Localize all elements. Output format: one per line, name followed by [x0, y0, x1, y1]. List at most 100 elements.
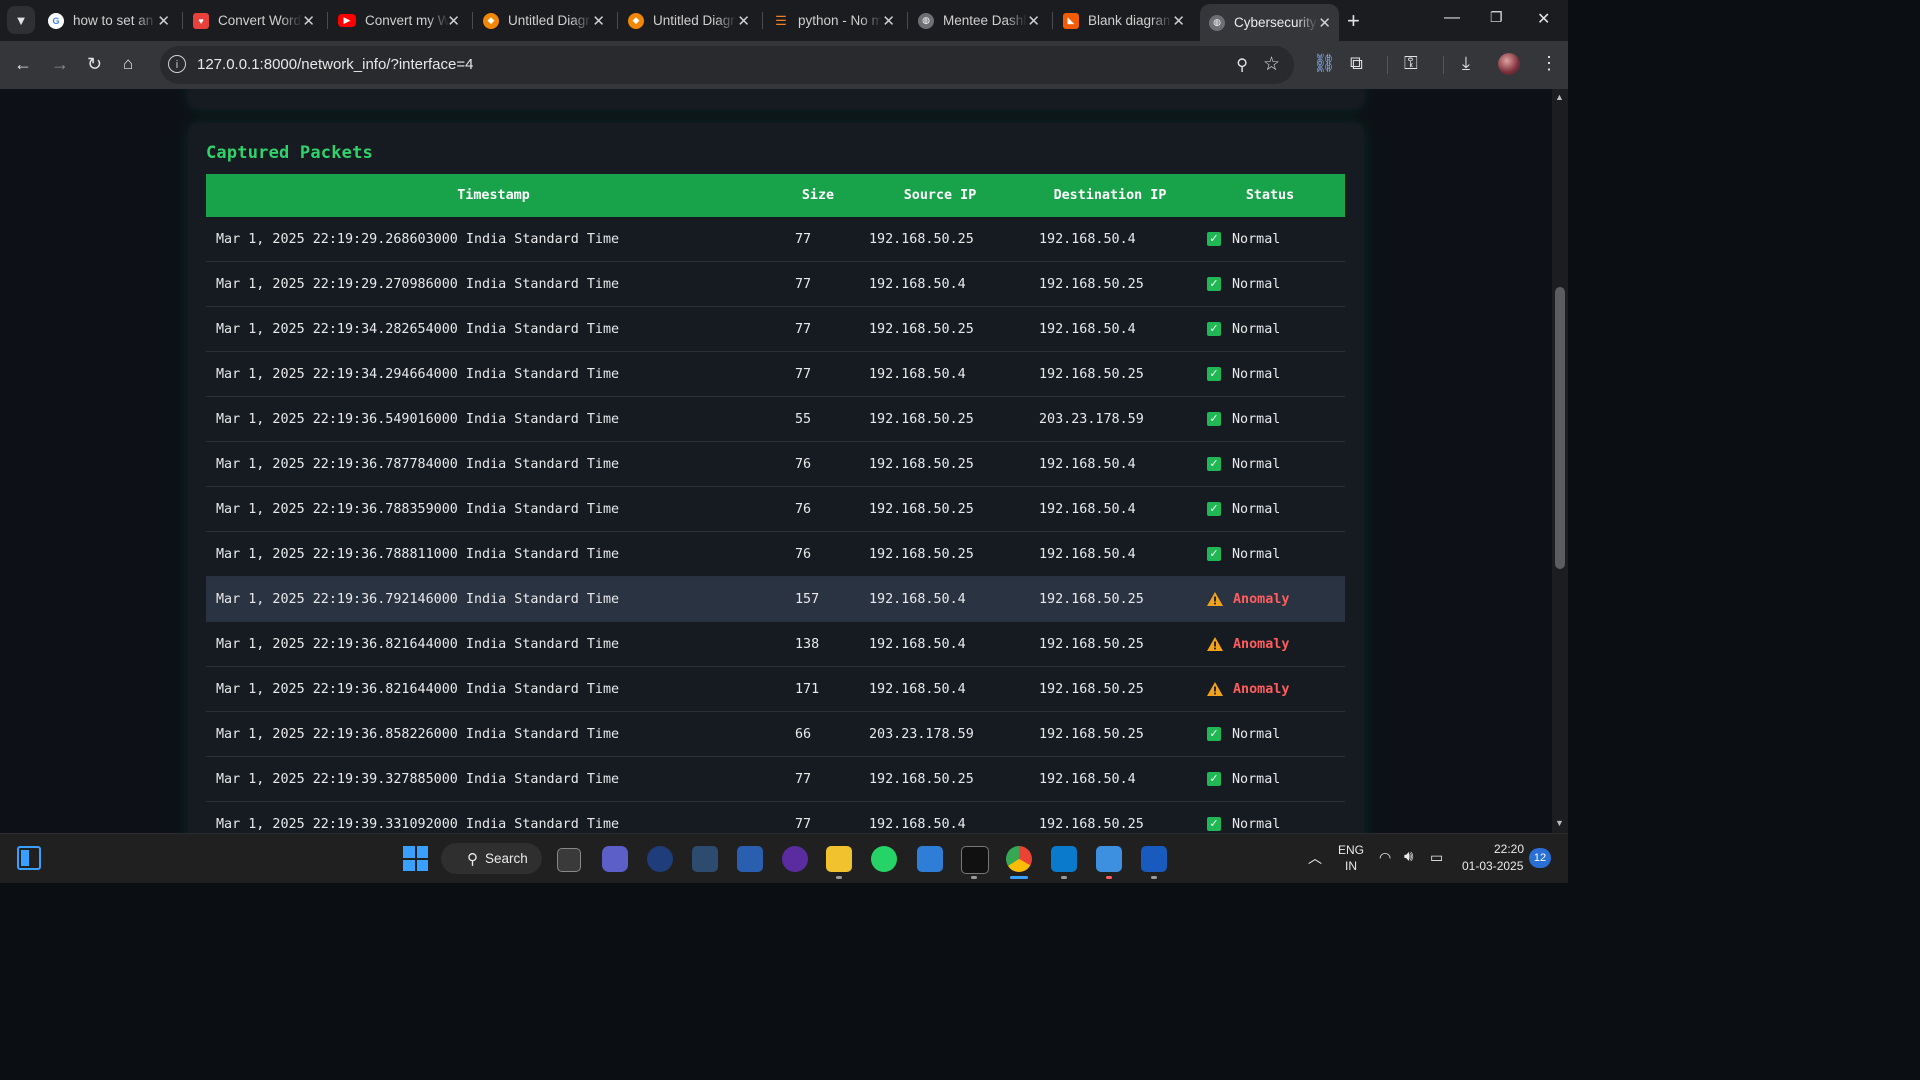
table-row[interactable]: Mar 1, 2025 22:19:29.270986000 India Sta… [206, 261, 1345, 307]
chrome-icon[interactable] [1006, 846, 1032, 872]
table-row[interactable]: Mar 1, 2025 22:19:36.787784000 India Sta… [206, 441, 1345, 487]
extensions-icon[interactable]: ⧉ [1350, 53, 1363, 74]
table-row[interactable]: Mar 1, 2025 22:19:39.327885000 India Sta… [206, 756, 1345, 802]
browser-tab[interactable]: G how to set an ✕ [48, 4, 178, 37]
url-text[interactable]: 127.0.0.1:8000/network_info/?interface=4 [197, 56, 473, 73]
photos-icon[interactable] [692, 846, 718, 872]
wifi-icon[interactable]: ◠ [1379, 849, 1391, 866]
table-row[interactable]: Mar 1, 2025 22:19:36.821644000 India Sta… [206, 666, 1345, 712]
password-key-icon[interactable]: ⚿ [1404, 53, 1418, 74]
cell-status: ✓ Normal [1195, 306, 1345, 352]
close-icon[interactable]: ✕ [737, 12, 750, 30]
table-row[interactable]: Mar 1, 2025 22:19:34.294664000 India Sta… [206, 351, 1345, 397]
task-view-icon[interactable] [557, 848, 581, 872]
cell-source-ip: 192.168.50.25 [855, 531, 1025, 577]
cell-source-ip: 192.168.50.25 [855, 217, 1025, 262]
cell-destination-ip: 192.168.50.25 [1025, 351, 1195, 397]
table-row[interactable]: Mar 1, 2025 22:19:36.792146000 India Sta… [206, 576, 1345, 622]
clock-time[interactable]: 22:20 [1494, 842, 1524, 856]
browser-tab-bar: ▼ G how to set an ✕ ♥ Convert Word ✕ ▶ C… [0, 0, 1568, 41]
download-icon[interactable]: ⤓ [1462, 53, 1470, 74]
close-icon[interactable]: ✕ [447, 12, 460, 30]
back-icon[interactable]: ← [14, 54, 32, 75]
close-icon[interactable]: ✕ [157, 12, 170, 30]
language-indicator[interactable]: ENG [1338, 843, 1364, 857]
snipping-tool-icon[interactable] [1096, 846, 1122, 872]
browser-tab[interactable]: ◆ Untitled Diagr ✕ [628, 4, 758, 37]
cell-timestamp: Mar 1, 2025 22:19:36.792146000 India Sta… [206, 576, 781, 622]
new-tab-icon[interactable]: + [1347, 8, 1360, 34]
tab-title: Cybersecurity [1234, 15, 1317, 30]
notification-badge[interactable]: 12 [1529, 848, 1551, 868]
zoom-icon[interactable]: ⚲ [1236, 55, 1248, 75]
browser-tab[interactable]: ◆ Untitled Diagr ✕ [483, 4, 613, 37]
terminal-icon[interactable] [961, 846, 989, 874]
running-indicator [836, 876, 842, 879]
windows-start-icon[interactable] [403, 846, 428, 871]
cell-timestamp: Mar 1, 2025 22:19:36.787784000 India Sta… [206, 441, 781, 487]
home-icon[interactable]: ⌂ [123, 54, 133, 74]
restore-icon[interactable]: ❐ [1490, 9, 1503, 26]
status-label: Normal [1232, 411, 1281, 427]
close-icon[interactable]: ✕ [302, 12, 315, 30]
table-row[interactable]: Mar 1, 2025 22:19:36.788811000 India Sta… [206, 531, 1345, 577]
battery-icon[interactable]: ▭ [1430, 849, 1443, 866]
link-icon[interactable]: ⛓ [1313, 53, 1336, 74]
cell-destination-ip: 192.168.50.25 [1025, 666, 1195, 712]
bookmark-star-icon[interactable]: ☆ [1263, 53, 1280, 76]
table-row[interactable]: Mar 1, 2025 22:19:36.788359000 India Sta… [206, 486, 1345, 532]
close-icon[interactable]: ✕ [1172, 12, 1185, 30]
table-row[interactable]: Mar 1, 2025 22:19:36.821644000 India Sta… [206, 621, 1345, 667]
clock-date[interactable]: 01-03-2025 [1462, 859, 1523, 873]
whatsapp-icon[interactable] [871, 846, 897, 872]
taskbar-search[interactable]: ⚲ Search [441, 843, 542, 874]
word-copilot-icon[interactable] [647, 846, 673, 872]
page-scrollbar[interactable]: ▲ ▼ [1552, 89, 1568, 833]
forward-icon[interactable]: → [51, 54, 69, 75]
table-row[interactable]: Mar 1, 2025 22:19:36.549016000 India Sta… [206, 396, 1345, 442]
google-icon: G [48, 12, 64, 29]
widgets-icon[interactable] [17, 846, 41, 870]
teams-icon[interactable] [602, 846, 628, 872]
browser-tab[interactable]: ▶ Convert my Wo ✕ [338, 4, 468, 37]
close-icon[interactable]: ✕ [592, 12, 605, 30]
scroll-up-icon[interactable]: ▲ [1555, 92, 1564, 102]
profile-avatar[interactable] [1498, 53, 1520, 75]
close-icon[interactable]: ✕ [1027, 12, 1040, 30]
cell-size: 77 [781, 756, 855, 802]
reload-icon[interactable]: ↻ [87, 54, 102, 75]
table-row[interactable]: Mar 1, 2025 22:19:29.268603000 India Sta… [206, 217, 1345, 262]
browser-tab-active[interactable]: ◍ Cybersecurity ✕ [1200, 4, 1339, 41]
word-icon[interactable] [1141, 846, 1167, 872]
warning-icon [1207, 637, 1223, 651]
tray-chevron-up-icon[interactable]: ︿ [1308, 848, 1322, 868]
cell-source-ip: 192.168.50.25 [855, 306, 1025, 352]
tab-search-button[interactable]: ▼ [7, 6, 35, 34]
table-row[interactable]: Mar 1, 2025 22:19:39.331092000 India Sta… [206, 801, 1345, 833]
table-row[interactable]: Mar 1, 2025 22:19:34.282654000 India Sta… [206, 306, 1345, 352]
table-row[interactable]: Mar 1, 2025 22:19:36.858226000 India Sta… [206, 711, 1345, 757]
browser-tab[interactable]: ◍ Mentee Dashb ✕ [918, 4, 1048, 37]
site-info-icon[interactable]: i [168, 55, 186, 73]
close-window-icon[interactable]: ✕ [1537, 9, 1550, 29]
volume-icon[interactable]: 🔊︎ [1404, 848, 1413, 865]
tor-browser-icon[interactable] [782, 846, 808, 872]
vscode-icon[interactable] [1051, 846, 1077, 872]
more-menu-icon[interactable]: ⋮ [1540, 53, 1558, 74]
powershell-icon[interactable] [737, 846, 763, 872]
browser-tab[interactable]: ♥ Convert Word ✕ [193, 4, 323, 37]
status-label: Normal [1232, 501, 1281, 517]
browser-tab[interactable]: ☰ python - No m ✕ [773, 4, 903, 37]
close-icon[interactable]: ✕ [1318, 14, 1331, 32]
cell-status: Anomaly [1195, 621, 1345, 667]
address-bar[interactable]: i 127.0.0.1:8000/network_info/?interface… [160, 46, 1294, 84]
close-icon[interactable]: ✕ [882, 12, 895, 30]
file-explorer-icon[interactable] [826, 846, 852, 872]
region-indicator[interactable]: IN [1345, 859, 1357, 873]
minimize-icon[interactable]: — [1444, 9, 1460, 27]
browser-tab[interactable]: ◣ Blank diagram ✕ [1063, 4, 1193, 37]
scrollbar-thumb[interactable] [1555, 287, 1565, 569]
scroll-down-icon[interactable]: ▼ [1555, 818, 1564, 828]
cell-size: 55 [781, 396, 855, 442]
notepad-icon[interactable] [917, 846, 943, 872]
